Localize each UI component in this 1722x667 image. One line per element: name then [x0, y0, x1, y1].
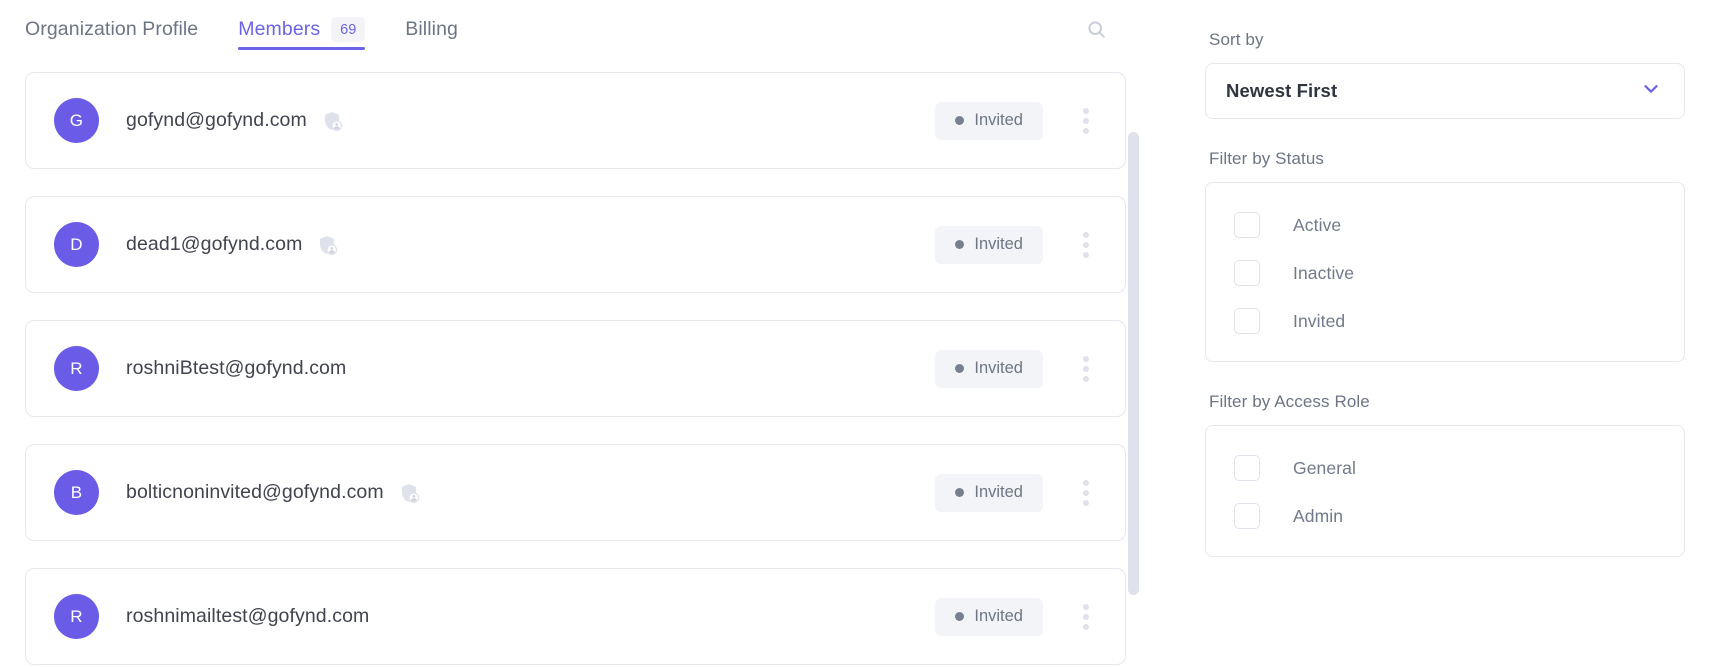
status-badge: Invited — [935, 101, 1043, 140]
kebab-dot — [1083, 365, 1089, 372]
scrollbar-thumb[interactable] — [1128, 132, 1139, 595]
kebab-dot — [1083, 499, 1089, 506]
member-row[interactable]: Rroshnimailtest@gofynd.com Invited — [25, 568, 1126, 665]
status-label: Invited — [974, 607, 1023, 625]
shield-user-icon — [398, 482, 420, 504]
more-options-icon[interactable] — [1069, 352, 1103, 386]
shield-user-icon — [316, 234, 338, 256]
role-filter-option-admin[interactable]: Admin — [1206, 492, 1684, 540]
tab-label: Billing — [405, 18, 458, 40]
kebab-dot — [1083, 603, 1089, 610]
member-row[interactable]: Bbolticnoninvited@gofynd.com Invited — [25, 444, 1126, 541]
kebab-dot — [1083, 231, 1089, 238]
status-filter-option-active[interactable]: Active — [1206, 201, 1684, 249]
members-page: Organization Profile Members 69 Billing Ggo… — [0, 0, 1722, 667]
filter-by-access-role-label: Filter by Access Role — [1209, 392, 1370, 411]
members-scrollbar[interactable] — [1128, 132, 1139, 595]
member-email: dead1@gofynd.com — [126, 233, 303, 255]
role-filter-option-general[interactable]: General — [1206, 444, 1684, 492]
status-label: Invited — [974, 359, 1023, 377]
kebab-dot — [1083, 127, 1089, 134]
member-email: roshniBtest@gofynd.com — [126, 357, 347, 379]
sort-by-value: Newest First — [1226, 80, 1338, 101]
member-row[interactable]: RroshniBtest@gofynd.com Invited — [25, 320, 1126, 417]
avatar: B — [54, 470, 99, 515]
tab-bar: Organization Profile Members 69 Billing — [0, 0, 1152, 54]
member-email: bolticnoninvited@gofynd.com — [126, 481, 384, 503]
more-options-icon[interactable] — [1069, 600, 1103, 634]
status-dot-icon — [955, 116, 965, 125]
kebab-dot — [1083, 107, 1089, 114]
avatar: G — [54, 98, 99, 143]
filter-option-label: Admin — [1293, 505, 1344, 526]
status-dot-icon — [955, 240, 965, 249]
filter-by-status-label: Filter by Status — [1209, 149, 1324, 168]
filter-option-label: General — [1293, 457, 1356, 478]
kebab-dot — [1083, 623, 1089, 630]
status-filter-option-invited[interactable]: Invited — [1206, 297, 1684, 345]
sort-by-select[interactable]: Newest First — [1205, 63, 1685, 119]
kebab-dot — [1083, 355, 1089, 362]
members-list-container: Ggofynd@gofynd.com Invited Ddead1@gofynd.c… — [0, 60, 1152, 667]
status-label: Invited — [974, 483, 1023, 501]
more-options-icon[interactable] — [1069, 476, 1103, 510]
status-badge: Invited — [935, 225, 1043, 264]
member-row[interactable]: Ddead1@gofynd.com Invited — [25, 196, 1126, 293]
kebab-dot — [1083, 241, 1089, 248]
tab-members[interactable]: Members 69 — [238, 0, 366, 50]
tab-billing[interactable]: Billing — [405, 0, 458, 46]
filter-option-label: Inactive — [1293, 262, 1355, 283]
kebab-dot — [1083, 375, 1089, 382]
filter-by-access-role-panel: General Admin — [1205, 425, 1685, 557]
more-options-icon[interactable] — [1069, 104, 1103, 138]
status-dot-icon — [955, 364, 965, 373]
status-badge: Invited — [935, 597, 1043, 636]
status-badge: Invited — [935, 473, 1043, 512]
more-options-icon[interactable] — [1069, 228, 1103, 262]
checkbox[interactable] — [1234, 308, 1260, 334]
checkbox[interactable] — [1234, 503, 1260, 529]
avatar: D — [54, 222, 99, 267]
status-filter-option-inactive[interactable]: Inactive — [1206, 249, 1684, 297]
filter-option-label: Active — [1293, 214, 1342, 235]
chevron-down-icon — [1640, 78, 1662, 105]
kebab-dot — [1083, 251, 1089, 258]
status-dot-icon — [955, 612, 965, 621]
member-email: roshnimailtest@gofynd.com — [126, 605, 370, 627]
members-list: Ggofynd@gofynd.com Invited Ddead1@gofynd.c… — [25, 72, 1126, 667]
avatar: R — [54, 346, 99, 391]
status-label: Invited — [974, 111, 1023, 129]
tab-label: Members — [238, 18, 321, 40]
search-icon[interactable] — [1080, 13, 1112, 45]
tab-label: Organization Profile — [25, 18, 199, 40]
checkbox[interactable] — [1234, 260, 1260, 286]
status-label: Invited — [974, 235, 1023, 253]
kebab-dot — [1083, 479, 1089, 486]
tab-list: Organization Profile Members 69 Billing — [25, 0, 498, 54]
tab-organization-profile[interactable]: Organization Profile — [25, 0, 198, 46]
kebab-dot — [1083, 489, 1089, 496]
member-email: gofynd@gofynd.com — [126, 109, 307, 131]
status-dot-icon — [955, 488, 965, 497]
shield-user-icon — [321, 110, 343, 132]
sort-by-label: Sort by — [1209, 30, 1264, 49]
checkbox[interactable] — [1234, 212, 1260, 238]
status-badge: Invited — [935, 349, 1043, 388]
tab-count-badge: 69 — [331, 17, 366, 42]
filters-sidebar: Sort by Newest First Filter by Status Ac… — [1205, 0, 1685, 557]
kebab-dot — [1083, 613, 1089, 620]
tab-active-underline — [238, 47, 366, 50]
filter-by-status-panel: Active Inactive Invited — [1205, 182, 1685, 362]
avatar: R — [54, 594, 99, 639]
member-row[interactable]: Ggofynd@gofynd.com Invited — [25, 72, 1126, 169]
checkbox[interactable] — [1234, 455, 1260, 481]
kebab-dot — [1083, 117, 1089, 124]
filter-option-label: Invited — [1293, 310, 1346, 331]
